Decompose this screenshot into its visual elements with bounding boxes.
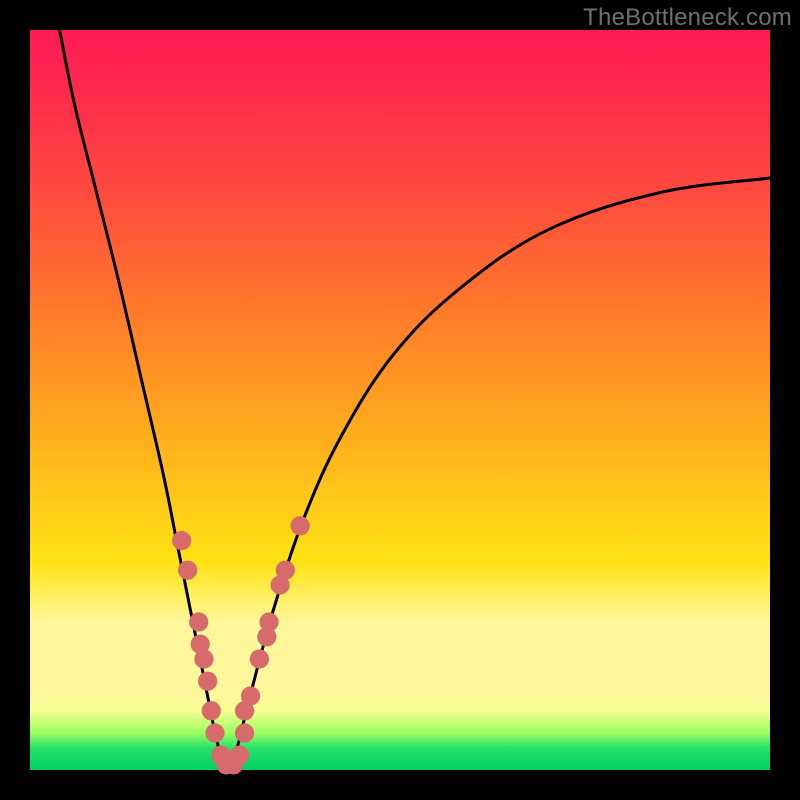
data-marker: [198, 672, 217, 691]
data-marker: [259, 612, 278, 631]
data-marker: [230, 746, 249, 765]
data-marker: [276, 561, 295, 580]
series-right-branch: [230, 178, 770, 770]
curve-layer: [30, 30, 770, 770]
curves-group: [60, 30, 770, 770]
markers-group: [172, 516, 310, 774]
data-marker: [189, 612, 208, 631]
data-marker: [178, 561, 197, 580]
data-marker: [205, 723, 224, 742]
data-marker: [194, 649, 213, 668]
data-marker: [172, 531, 191, 550]
data-marker: [250, 649, 269, 668]
chart-frame: TheBottleneck.com: [0, 0, 800, 800]
data-marker: [241, 686, 260, 705]
data-marker: [290, 516, 309, 535]
plot-area: [30, 30, 770, 770]
watermark-text: TheBottleneck.com: [583, 4, 792, 32]
data-marker: [235, 723, 254, 742]
data-marker: [202, 701, 221, 720]
